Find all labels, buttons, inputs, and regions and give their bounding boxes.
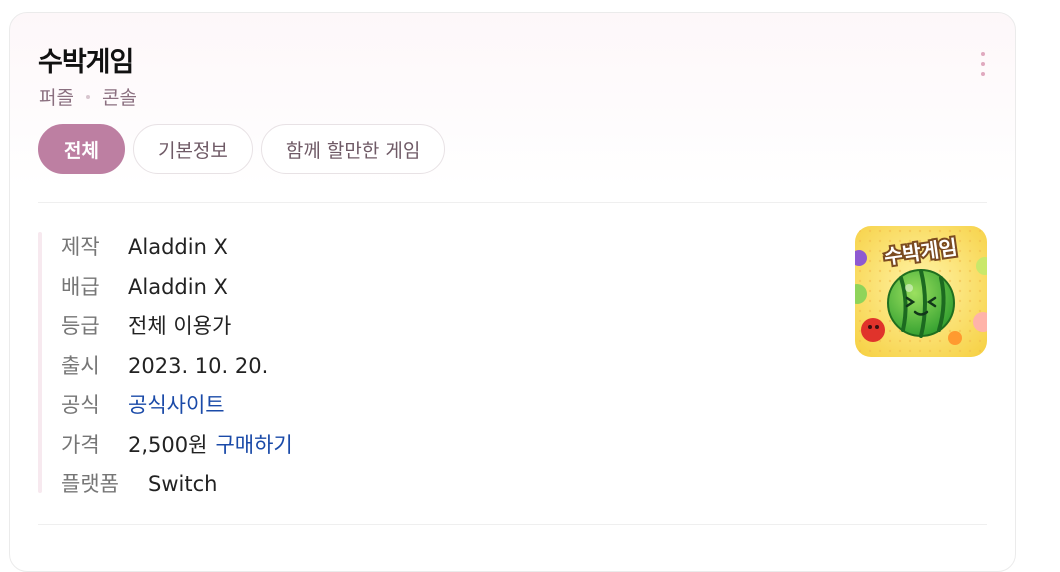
info-label: 배급	[61, 274, 100, 299]
more-vertical-icon	[981, 52, 985, 56]
more-options-button[interactable]	[975, 52, 991, 76]
publisher-value: Aladdin X	[128, 274, 228, 299]
info-row-release: 출시 2023. 10. 20.	[61, 347, 293, 387]
genre-label[interactable]: 퍼즐	[39, 83, 74, 110]
tab-all[interactable]: 전체	[38, 124, 125, 174]
tab-bar: 전체 기본정보 함께 할만한 게임	[38, 124, 446, 174]
section-divider	[38, 524, 987, 525]
info-row-official: 공식 공식사이트	[61, 386, 293, 426]
info-label: 플랫폼	[61, 472, 119, 496]
platform-type-label[interactable]: 콘솔	[102, 83, 137, 110]
platform-value: Switch	[148, 472, 218, 496]
info-label: 출시	[61, 353, 100, 378]
info-accent-bar	[38, 232, 42, 493]
tab-similar-games[interactable]: 함께 할만한 게임	[260, 124, 446, 174]
rating-value: 전체 이용가	[128, 314, 232, 338]
info-label: 가격	[61, 432, 100, 457]
game-category: 퍼즐 콘솔	[39, 83, 137, 110]
info-row-platform: 플랫폼 Switch	[61, 465, 293, 505]
info-label: 제작	[61, 235, 100, 259]
info-row-developer: 제작 Aladdin X	[61, 228, 293, 268]
tab-basic-info[interactable]: 기본정보	[132, 124, 253, 174]
developer-value: Aladdin X	[128, 235, 228, 259]
separator-dot	[85, 94, 90, 99]
official-site-link[interactable]: 공식사이트	[128, 386, 225, 426]
watermelon-game-art-icon: 수박게임	[855, 226, 987, 357]
info-row-price: 가격 2,500원 구매하기	[61, 426, 293, 466]
purchase-link[interactable]: 구매하기	[215, 426, 292, 466]
price-value: 2,500원	[128, 432, 208, 457]
release-date-value: 2023. 10. 20.	[128, 353, 269, 378]
info-label: 등급	[61, 314, 100, 338]
section-divider	[38, 202, 987, 203]
info-label: 공식	[61, 393, 100, 417]
game-title: 수박게임	[38, 47, 134, 78]
game-thumbnail[interactable]: 수박게임	[855, 226, 987, 357]
info-row-rating: 등급 전체 이용가	[61, 307, 293, 347]
info-list: 제작 Aladdin X 배급 Aladdin X 등급 전체 이용가 출시 2…	[61, 228, 293, 505]
info-row-publisher: 배급 Aladdin X	[61, 268, 293, 308]
